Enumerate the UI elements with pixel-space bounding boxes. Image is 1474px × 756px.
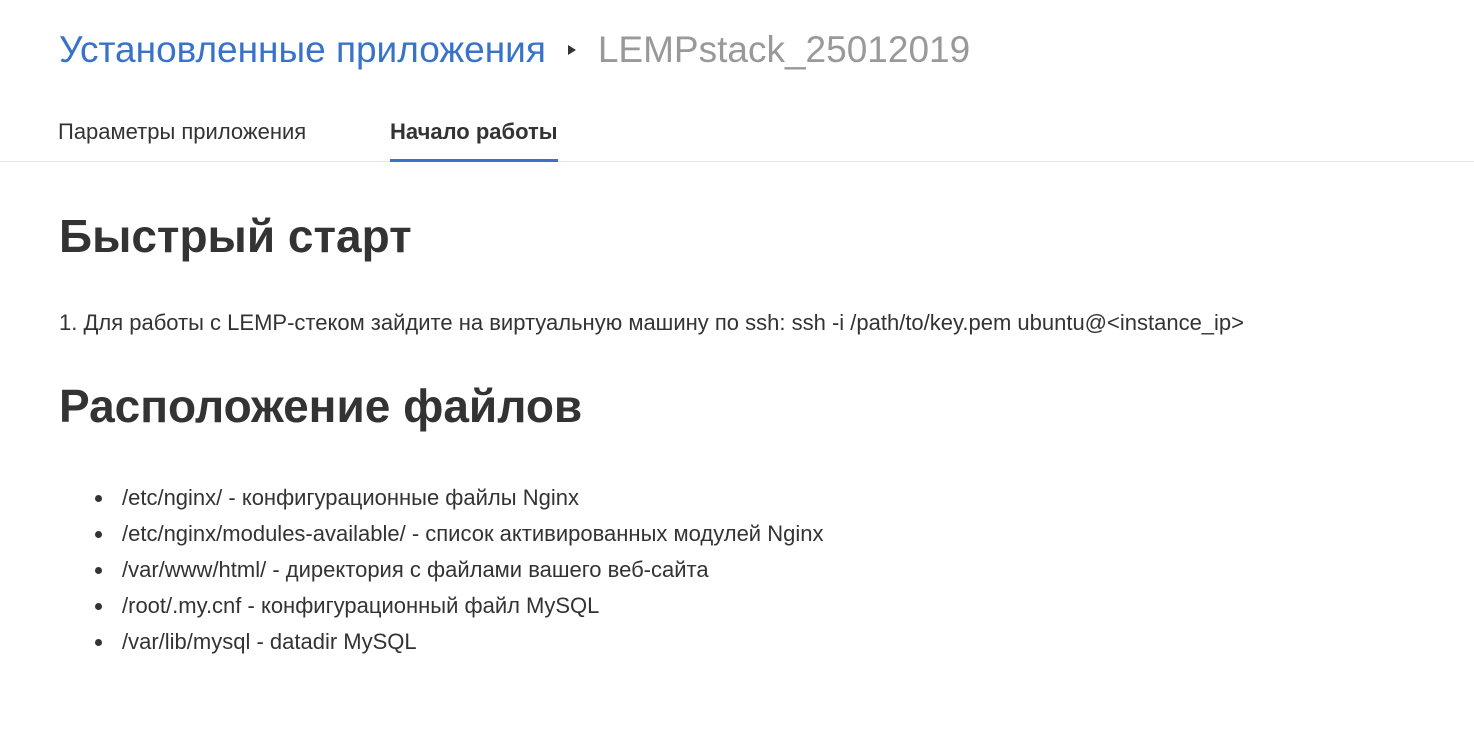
bullet-icon [95,495,102,502]
quick-start-heading: Быстрый старт [59,210,412,262]
list-item: /etc/nginx/ - конфигурационные файлы Ngi… [59,480,823,516]
page: Установленные приложения LEMPstack_25012… [0,0,1474,756]
tab-getting-started[interactable]: Начало работы [390,104,558,162]
tab-app-parameters[interactable]: Параметры приложения [58,104,306,161]
list-item-text: /etc/nginx/ - конфигурационные файлы Ngi… [122,485,579,510]
list-item: /etc/nginx/modules-available/ - список а… [59,516,823,552]
list-item-text: /var/lib/mysql - datadir MySQL [122,629,417,654]
breadcrumb-current-app: LEMPstack_25012019 [597,29,971,70]
breadcrumb-installed-apps-link[interactable]: Установленные приложения [59,26,546,74]
list-item: /var/lib/mysql - datadir MySQL [59,624,823,660]
list-item: /root/.my.cnf - конфигурационный файл My… [59,588,823,624]
list-item: /var/www/html/ - директория с файлами ва… [59,552,823,588]
breadcrumb-separator-icon [567,45,576,55]
bullet-icon [95,603,102,610]
bullet-icon [95,531,102,538]
tab-bar: Параметры приложения Начало работы [0,104,1474,162]
bullet-icon [95,639,102,646]
quick-start-step-1: 1. Для работы с LEMP-стеком зайдите на в… [59,310,1245,335]
list-item-text: /var/www/html/ - директория с файлами ва… [122,557,709,582]
file-locations-list: /etc/nginx/ - конфигурационные файлы Ngi… [59,480,823,660]
breadcrumb: Установленные приложения LEMPstack_25012… [59,26,970,74]
bullet-icon [95,567,102,574]
file-locations-heading: Расположение файлов [59,380,583,432]
list-item-text: /root/.my.cnf - конфигурационный файл My… [122,593,600,618]
list-item-text: /etc/nginx/modules-available/ - список а… [122,521,824,546]
